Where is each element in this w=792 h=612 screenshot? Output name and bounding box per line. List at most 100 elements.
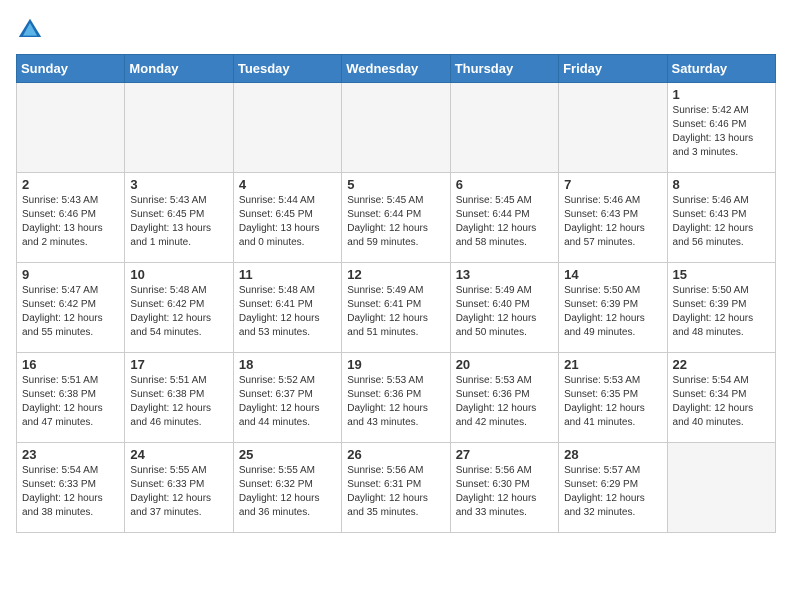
calendar-header-monday: Monday xyxy=(125,55,233,83)
day-info: Sunrise: 5:53 AM Sunset: 6:35 PM Dayligh… xyxy=(564,374,661,430)
day-info: Sunrise: 5:42 AM Sunset: 6:46 PM Dayligh… xyxy=(673,104,770,160)
day-info: Sunrise: 5:47 AM Sunset: 6:42 PM Dayligh… xyxy=(22,284,119,340)
day-info: Sunrise: 5:49 AM Sunset: 6:40 PM Dayligh… xyxy=(456,284,553,340)
day-info: Sunrise: 5:46 AM Sunset: 6:43 PM Dayligh… xyxy=(673,194,770,250)
calendar-cell: 23 Sunrise: 5:54 AM Sunset: 6:33 PM Dayli… xyxy=(17,443,125,533)
calendar-week-row: 16 Sunrise: 5:51 AM Sunset: 6:38 PM Dayli… xyxy=(17,353,776,443)
day-info: Sunrise: 5:54 AM Sunset: 6:33 PM Dayligh… xyxy=(22,464,119,520)
calendar-cell xyxy=(450,83,558,173)
calendar-cell: 26 Sunrise: 5:56 AM Sunset: 6:31 PM Dayli… xyxy=(342,443,450,533)
calendar-cell xyxy=(342,83,450,173)
calendar-week-row: 9 Sunrise: 5:47 AM Sunset: 6:42 PM Daylig… xyxy=(17,263,776,353)
day-info: Sunrise: 5:51 AM Sunset: 6:38 PM Dayligh… xyxy=(22,374,119,430)
day-info: Sunrise: 5:56 AM Sunset: 6:30 PM Dayligh… xyxy=(456,464,553,520)
calendar-cell: 12 Sunrise: 5:49 AM Sunset: 6:41 PM Dayli… xyxy=(342,263,450,353)
day-info: Sunrise: 5:48 AM Sunset: 6:41 PM Dayligh… xyxy=(239,284,336,340)
day-number: 23 xyxy=(22,447,119,462)
day-info: Sunrise: 5:51 AM Sunset: 6:38 PM Dayligh… xyxy=(130,374,227,430)
calendar-header-row: SundayMondayTuesdayWednesdayThursdayFrid… xyxy=(17,55,776,83)
day-info: Sunrise: 5:54 AM Sunset: 6:34 PM Dayligh… xyxy=(673,374,770,430)
day-info: Sunrise: 5:43 AM Sunset: 6:45 PM Dayligh… xyxy=(130,194,227,250)
day-number: 9 xyxy=(22,267,119,282)
day-number: 5 xyxy=(347,177,444,192)
day-number: 16 xyxy=(22,357,119,372)
calendar-cell: 21 Sunrise: 5:53 AM Sunset: 6:35 PM Dayli… xyxy=(559,353,667,443)
day-number: 10 xyxy=(130,267,227,282)
day-number: 3 xyxy=(130,177,227,192)
calendar-cell: 24Sunrise: 5:55 AM Sunset: 6:33 PM Dayli… xyxy=(125,443,233,533)
calendar-cell: 6 Sunrise: 5:45 AM Sunset: 6:44 PM Daylig… xyxy=(450,173,558,263)
calendar-week-row: 1 Sunrise: 5:42 AM Sunset: 6:46 PM Daylig… xyxy=(17,83,776,173)
day-number: 22 xyxy=(673,357,770,372)
calendar-header-tuesday: Tuesday xyxy=(233,55,341,83)
calendar-header-thursday: Thursday xyxy=(450,55,558,83)
logo xyxy=(16,16,48,44)
calendar-cell: 1 Sunrise: 5:42 AM Sunset: 6:46 PM Daylig… xyxy=(667,83,775,173)
calendar-header-friday: Friday xyxy=(559,55,667,83)
calendar-cell: 4 Sunrise: 5:44 AM Sunset: 6:45 PM Daylig… xyxy=(233,173,341,263)
day-info: Sunrise: 5:45 AM Sunset: 6:44 PM Dayligh… xyxy=(347,194,444,250)
calendar-week-row: 23 Sunrise: 5:54 AM Sunset: 6:33 PM Dayli… xyxy=(17,443,776,533)
calendar-cell: 27 Sunrise: 5:56 AM Sunset: 6:30 PM Dayli… xyxy=(450,443,558,533)
day-number: 13 xyxy=(456,267,553,282)
calendar-cell xyxy=(125,83,233,173)
calendar-cell: 17Sunrise: 5:51 AM Sunset: 6:38 PM Dayli… xyxy=(125,353,233,443)
calendar-cell: 22 Sunrise: 5:54 AM Sunset: 6:34 PM Dayli… xyxy=(667,353,775,443)
day-number: 26 xyxy=(347,447,444,462)
day-number: 6 xyxy=(456,177,553,192)
calendar-body: 1 Sunrise: 5:42 AM Sunset: 6:46 PM Daylig… xyxy=(17,83,776,533)
day-number: 1 xyxy=(673,87,770,102)
day-info: Sunrise: 5:45 AM Sunset: 6:44 PM Dayligh… xyxy=(456,194,553,250)
calendar-cell: 18 Sunrise: 5:52 AM Sunset: 6:37 PM Dayli… xyxy=(233,353,341,443)
day-info: Sunrise: 5:53 AM Sunset: 6:36 PM Dayligh… xyxy=(347,374,444,430)
day-number: 4 xyxy=(239,177,336,192)
calendar-table: SundayMondayTuesdayWednesdayThursdayFrid… xyxy=(16,54,776,533)
day-number: 12 xyxy=(347,267,444,282)
day-info: Sunrise: 5:50 AM Sunset: 6:39 PM Dayligh… xyxy=(564,284,661,340)
day-number: 15 xyxy=(673,267,770,282)
day-number: 2 xyxy=(22,177,119,192)
calendar-cell xyxy=(17,83,125,173)
day-number: 19 xyxy=(347,357,444,372)
calendar-header-sunday: Sunday xyxy=(17,55,125,83)
day-number: 8 xyxy=(673,177,770,192)
day-number: 7 xyxy=(564,177,661,192)
calendar-header-saturday: Saturday xyxy=(667,55,775,83)
page-header xyxy=(16,16,776,44)
day-info: Sunrise: 5:55 AM Sunset: 6:32 PM Dayligh… xyxy=(239,464,336,520)
day-number: 20 xyxy=(456,357,553,372)
day-info: Sunrise: 5:55 AM Sunset: 6:33 PM Dayligh… xyxy=(130,464,227,520)
day-info: Sunrise: 5:56 AM Sunset: 6:31 PM Dayligh… xyxy=(347,464,444,520)
day-number: 25 xyxy=(239,447,336,462)
day-number: 11 xyxy=(239,267,336,282)
calendar-cell: 11 Sunrise: 5:48 AM Sunset: 6:41 PM Dayli… xyxy=(233,263,341,353)
day-info: Sunrise: 5:44 AM Sunset: 6:45 PM Dayligh… xyxy=(239,194,336,250)
day-info: Sunrise: 5:53 AM Sunset: 6:36 PM Dayligh… xyxy=(456,374,553,430)
calendar-cell: 25 Sunrise: 5:55 AM Sunset: 6:32 PM Dayli… xyxy=(233,443,341,533)
calendar-cell: 14 Sunrise: 5:50 AM Sunset: 6:39 PM Dayli… xyxy=(559,263,667,353)
calendar-cell: 2 Sunrise: 5:43 AM Sunset: 6:46 PM Daylig… xyxy=(17,173,125,263)
day-info: Sunrise: 5:43 AM Sunset: 6:46 PM Dayligh… xyxy=(22,194,119,250)
calendar-cell: 9 Sunrise: 5:47 AM Sunset: 6:42 PM Daylig… xyxy=(17,263,125,353)
day-info: Sunrise: 5:52 AM Sunset: 6:37 PM Dayligh… xyxy=(239,374,336,430)
calendar-week-row: 2 Sunrise: 5:43 AM Sunset: 6:46 PM Daylig… xyxy=(17,173,776,263)
calendar-cell: 7 Sunrise: 5:46 AM Sunset: 6:43 PM Daylig… xyxy=(559,173,667,263)
calendar-cell: 13 Sunrise: 5:49 AM Sunset: 6:40 PM Dayli… xyxy=(450,263,558,353)
day-number: 28 xyxy=(564,447,661,462)
day-number: 21 xyxy=(564,357,661,372)
calendar-cell: 10Sunrise: 5:48 AM Sunset: 6:42 PM Dayli… xyxy=(125,263,233,353)
day-info: Sunrise: 5:50 AM Sunset: 6:39 PM Dayligh… xyxy=(673,284,770,340)
calendar-cell: 20 Sunrise: 5:53 AM Sunset: 6:36 PM Dayli… xyxy=(450,353,558,443)
logo-icon xyxy=(16,16,44,44)
calendar-cell xyxy=(667,443,775,533)
calendar-cell: 16 Sunrise: 5:51 AM Sunset: 6:38 PM Dayli… xyxy=(17,353,125,443)
calendar-header-wednesday: Wednesday xyxy=(342,55,450,83)
day-number: 14 xyxy=(564,267,661,282)
day-info: Sunrise: 5:49 AM Sunset: 6:41 PM Dayligh… xyxy=(347,284,444,340)
day-info: Sunrise: 5:46 AM Sunset: 6:43 PM Dayligh… xyxy=(564,194,661,250)
day-number: 18 xyxy=(239,357,336,372)
calendar-cell: 28 Sunrise: 5:57 AM Sunset: 6:29 PM Dayli… xyxy=(559,443,667,533)
day-info: Sunrise: 5:57 AM Sunset: 6:29 PM Dayligh… xyxy=(564,464,661,520)
calendar-cell: 8 Sunrise: 5:46 AM Sunset: 6:43 PM Daylig… xyxy=(667,173,775,263)
day-number: 27 xyxy=(456,447,553,462)
